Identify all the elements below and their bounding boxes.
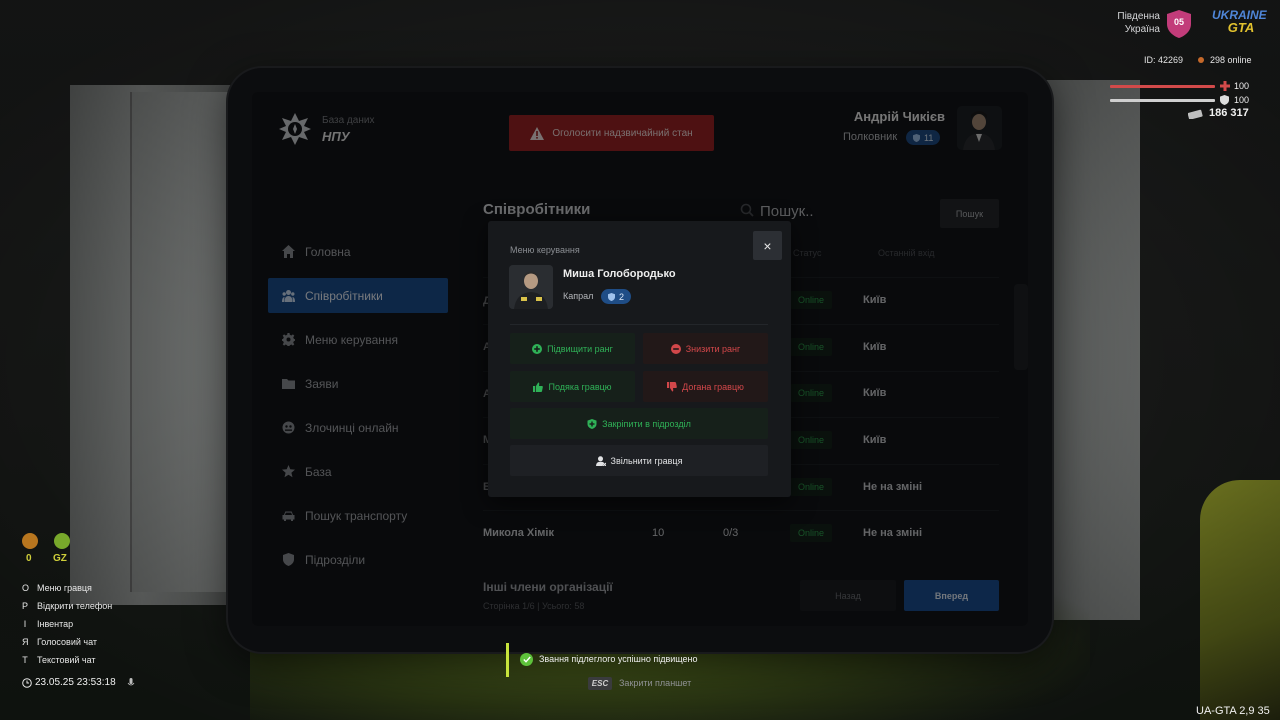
keybind-label: Меню гравця [37,583,92,593]
modal-label: Меню керування [510,245,580,255]
close-button[interactable]: × [753,231,782,260]
promote-rank-label: Підвищити ранг [547,343,613,354]
esc-key: ESC [588,677,612,690]
success-check-icon [520,653,533,666]
keybind-label: Текстовий чат [37,655,96,665]
hud-region: Південна Україна [1080,10,1160,36]
keybind-label: Відкрити телефон [37,601,113,611]
server-badge-number: 05 [1173,17,1184,27]
member-name: Миша Голобородько [563,268,676,280]
member-avatar [509,265,553,309]
datetime-value: 23.05.25 23:53:18 [35,677,116,688]
hunger-icon [22,533,38,549]
member-rank-level: 2 [619,291,625,302]
fire-player-label: Звільнити гравця [610,455,683,466]
keybind-row: O Меню гравця [22,579,112,597]
armor-bar [1110,99,1215,102]
hud-region-line2: Україна [1124,24,1160,35]
keybind-key: I [23,619,27,629]
health-bar [1110,85,1215,88]
thanks-player-label: Подяка гравцю [548,381,612,392]
minus-circle-icon [670,343,681,354]
armor-icon [1220,95,1229,105]
thumbs-up-icon [533,382,544,392]
user-remove-icon [595,455,606,466]
keybind-key: P [22,601,29,611]
esc-hint: Закрити планшет [619,678,692,688]
member-rank: Капрал [563,291,594,301]
health-icon [1220,81,1230,91]
armor-value: 100 [1234,95,1250,105]
online-dot-icon [1198,57,1204,63]
assign-unit-label: Закріпити в підрозділ [602,418,691,429]
keybind-row: P Відкрити телефон [22,597,112,615]
promote-rank-button[interactable]: Підвищити ранг [510,333,635,364]
greenzone-label: GZ [53,553,67,564]
assign-unit-button[interactable]: Закріпити в підрозділ [510,408,768,439]
keybind-label: Голосовий чат [37,637,97,647]
hunger-value: 0 [26,553,32,564]
version-label: UA-GTA 2,9 35 [1196,705,1270,717]
member-rank-badge: 2 [601,289,632,304]
modal-divider [510,324,768,325]
thumbs-down-icon [667,381,677,391]
greenzone-icon [54,533,70,549]
money-icon [1188,109,1203,119]
keybind-row: Я Голосовий чат [22,633,112,651]
hud-region-line1: Південна [1117,11,1160,22]
demote-rank-button[interactable]: Знизити ранг [643,333,768,364]
ukraine-gta-logo: UKRAINE GTA [1212,8,1270,40]
keybind-key: Я [22,637,29,647]
microphone-icon [127,677,134,685]
clock-icon [22,677,32,688]
online-count: 298 online [1210,55,1252,65]
reprimand-player-button[interactable]: Догана гравцю [643,371,768,402]
fire-player-button[interactable]: Звільнити гравця [510,445,768,476]
shield-icon [608,292,615,301]
player-id: ID: 42269 [1144,55,1184,65]
plus-circle-icon [532,343,543,354]
thanks-player-button[interactable]: Подяка гравцю [510,371,635,402]
reprimand-player-label: Догана гравцю [682,381,744,392]
toast-message: Звання підлеглого успішно підвищено [539,654,698,664]
shield-plus-icon [587,418,597,429]
keybind-key: O [22,583,30,593]
keybind-label: Інвентар [37,619,74,629]
health-value: 100 [1234,81,1250,91]
logo-line2: GTA [1227,20,1255,35]
keybind-hints: O Меню гравця P Відкрити телефон I Інвентар… [22,579,112,669]
datetime: 23.05.25 23:53:18 [22,677,137,688]
server-badge: 05 [1167,10,1191,38]
keybind-key: T [22,655,28,665]
demote-rank-label: Знизити ранг [685,343,741,354]
toast-accent [506,643,509,677]
money-value: 186 317 [1209,107,1249,119]
keybind-row: I Інвентар [22,615,112,633]
keybind-row: T Текстовий чат [22,651,112,669]
